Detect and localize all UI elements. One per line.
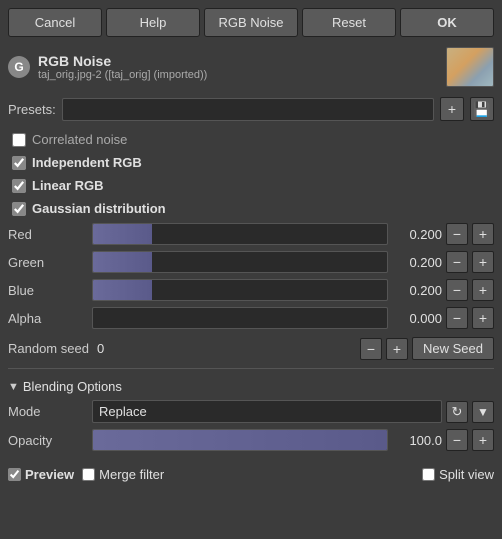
presets-label: Presets:: [8, 102, 56, 117]
split-checkbox[interactable]: [422, 468, 435, 481]
independent-rgb-label[interactable]: Independent RGB: [32, 155, 142, 170]
mode-row: Mode Replace ↻ ▼: [8, 400, 494, 423]
new-seed-button[interactable]: New Seed: [412, 337, 494, 360]
opacity-value: 100.0: [392, 433, 442, 448]
green-slider-row: Green 0.200 − +: [8, 251, 494, 273]
correlated-noise-label[interactable]: Correlated noise: [32, 132, 127, 147]
mode-reset-button[interactable]: ↻: [446, 401, 468, 423]
alpha-plus-button[interactable]: +: [472, 307, 494, 329]
presets-select[interactable]: [62, 98, 434, 121]
green-slider-track[interactable]: [92, 251, 388, 273]
linear-rgb-row: Linear RGB: [8, 175, 494, 196]
correlated-noise-row: Correlated noise: [8, 129, 494, 150]
dialog-title: RGB Noise: [38, 53, 438, 69]
cancel-button[interactable]: Cancel: [8, 8, 102, 37]
independent-rgb-row: Independent RGB: [8, 152, 494, 173]
content-area: Correlated noise Independent RGB Linear …: [0, 125, 502, 457]
bottom-bar: Preview Merge filter Split view: [0, 461, 502, 488]
toolbar: Cancel Help RGB Noise Reset OK: [0, 0, 502, 43]
opacity-minus-button[interactable]: −: [446, 429, 468, 451]
red-minus-button[interactable]: −: [446, 223, 468, 245]
header: G RGB Noise taj_orig.jpg-2 ([taj_orig] (…: [0, 43, 502, 93]
rgb-noise-button[interactable]: RGB Noise: [204, 8, 298, 37]
blending-arrow-icon: ▼: [8, 381, 19, 393]
thumbnail: [446, 47, 494, 87]
preview-checkbox[interactable]: [8, 468, 21, 481]
red-slider-track[interactable]: [92, 223, 388, 245]
correlated-noise-checkbox[interactable]: [12, 133, 26, 147]
alpha-minus-button[interactable]: −: [446, 307, 468, 329]
red-slider-fill: [93, 224, 152, 244]
blue-slider-row: Blue 0.200 − +: [8, 279, 494, 301]
add-preset-button[interactable]: +: [440, 97, 464, 121]
save-icon: 💾: [473, 101, 490, 118]
alpha-label: Alpha: [8, 311, 88, 326]
gaussian-label[interactable]: Gaussian distribution: [32, 201, 166, 216]
rgb-noise-dialog: Cancel Help RGB Noise Reset OK G RGB Noi…: [0, 0, 502, 539]
mode-label: Mode: [8, 404, 88, 419]
blending-section-header[interactable]: ▼ Blending Options: [8, 375, 494, 396]
mode-select[interactable]: Replace: [92, 400, 442, 423]
linear-rgb-label[interactable]: Linear RGB: [32, 178, 104, 193]
blue-slider-fill: [93, 280, 152, 300]
preview-label[interactable]: Preview: [25, 467, 74, 482]
merge-check: Merge filter: [82, 467, 164, 482]
gimp-logo: G: [8, 56, 30, 78]
blue-label: Blue: [8, 283, 88, 298]
red-label: Red: [8, 227, 88, 242]
linear-rgb-checkbox[interactable]: [12, 179, 26, 193]
red-slider-row: Red 0.200 − +: [8, 223, 494, 245]
seed-minus-button[interactable]: −: [360, 338, 382, 360]
seed-value: 0: [93, 341, 356, 356]
split-check: Split view: [422, 467, 494, 482]
green-plus-button[interactable]: +: [472, 251, 494, 273]
dialog-subtitle: taj_orig.jpg-2 ([taj_orig] (imported)): [38, 69, 438, 81]
opacity-slider-row: Opacity 100.0 − +: [8, 429, 494, 451]
blue-slider-track[interactable]: [92, 279, 388, 301]
green-slider-fill: [93, 252, 152, 272]
red-plus-button[interactable]: +: [472, 223, 494, 245]
split-label[interactable]: Split view: [439, 467, 494, 482]
help-button[interactable]: Help: [106, 8, 200, 37]
merge-checkbox[interactable]: [82, 468, 95, 481]
save-preset-button[interactable]: 💾: [470, 97, 494, 121]
green-label: Green: [8, 255, 88, 270]
opacity-slider-fill: [93, 430, 387, 450]
alpha-slider-row: Alpha 0.000 − +: [8, 307, 494, 329]
opacity-slider-track[interactable]: [92, 429, 388, 451]
merge-label[interactable]: Merge filter: [99, 467, 164, 482]
red-value: 0.200: [392, 227, 442, 242]
gaussian-row: Gaussian distribution: [8, 198, 494, 219]
green-value: 0.200: [392, 255, 442, 270]
presets-row: Presets: + 💾: [0, 93, 502, 125]
seed-plus-button[interactable]: +: [386, 338, 408, 360]
opacity-plus-button[interactable]: +: [472, 429, 494, 451]
opacity-label: Opacity: [8, 433, 88, 448]
seed-row: Random seed 0 − + New Seed: [8, 337, 494, 360]
green-minus-button[interactable]: −: [446, 251, 468, 273]
ok-button[interactable]: OK: [400, 8, 494, 37]
blue-value: 0.200: [392, 283, 442, 298]
blue-plus-button[interactable]: +: [472, 279, 494, 301]
blending-section-label: Blending Options: [23, 379, 122, 394]
alpha-value: 0.000: [392, 311, 442, 326]
mode-arrow-button[interactable]: ▼: [472, 401, 494, 423]
header-text: RGB Noise taj_orig.jpg-2 ([taj_orig] (im…: [38, 53, 438, 81]
divider: [8, 368, 494, 369]
seed-label: Random seed: [8, 341, 89, 356]
reset-button[interactable]: Reset: [302, 8, 396, 37]
independent-rgb-checkbox[interactable]: [12, 156, 26, 170]
blue-minus-button[interactable]: −: [446, 279, 468, 301]
gaussian-checkbox[interactable]: [12, 202, 26, 216]
preview-check: Preview: [8, 467, 74, 482]
alpha-slider-track[interactable]: [92, 307, 388, 329]
